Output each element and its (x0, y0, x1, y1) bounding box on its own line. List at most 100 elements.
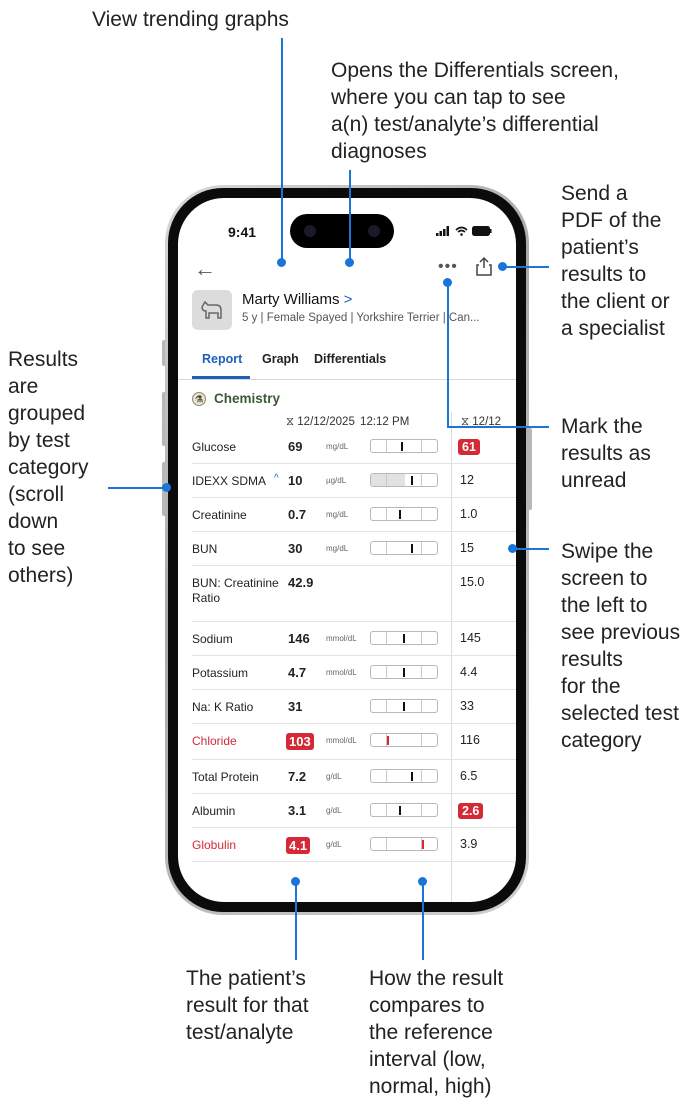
reference-range-gauge (370, 473, 438, 487)
result-unit: µg/dL (326, 476, 347, 485)
more-options-icon[interactable]: ••• (438, 258, 458, 276)
gauge-marker (401, 442, 403, 451)
result-row[interactable]: IDEXX SDMA ^ 10 µg/dL 12 (178, 464, 516, 498)
result-row[interactable]: BUN: Creatinine Ratio 42.9 15.0 (178, 566, 516, 622)
result-unit: mmol/dL (326, 736, 357, 745)
result-value: 146 (288, 631, 310, 646)
previous-result-value: 33 (460, 699, 474, 713)
phone-screen[interactable]: 9:41 ← ••• Marty Williams > 5 y | Female… (178, 198, 516, 902)
gauge-low-boundary (386, 838, 387, 850)
tab-differentials[interactable]: Differentials (314, 352, 386, 366)
analyte-name[interactable]: Creatinine (192, 508, 247, 523)
reference-range-gauge (370, 699, 438, 713)
annotation-swipe: Swipe the screen to the left to see prev… (561, 540, 681, 752)
tab-graph[interactable]: Graph (262, 352, 299, 366)
result-row[interactable]: Creatinine 0.7 mg/dL 1.0 (178, 498, 516, 532)
gauge-high-boundary (421, 700, 422, 712)
previous-result-value: 2.6 (458, 803, 484, 819)
result-value: 42.9 (288, 575, 314, 590)
previous-result-value: 61 (458, 439, 480, 455)
analyte-name[interactable]: IDEXX SDMA (192, 474, 266, 489)
gauge-marker (399, 806, 401, 815)
analyte-name[interactable]: BUN (192, 542, 217, 557)
result-row[interactable]: Chloride 103 mmol/dL 116 (178, 724, 516, 760)
gauge-high-boundary (421, 666, 422, 678)
callout-dot-more (443, 278, 452, 287)
previous-result-value: 15 (460, 541, 474, 555)
gauge-high-boundary (421, 474, 422, 486)
gauge-low-boundary (386, 700, 387, 712)
callout-line-gauge (422, 882, 424, 960)
gauge-shaded-region (371, 474, 405, 486)
tab-bar: Report Graph Differentials (178, 344, 516, 380)
patient-name-text[interactable]: Marty Williams (242, 291, 340, 308)
result-row[interactable]: Sodium 146 mmol/dL 145 (178, 622, 516, 656)
callout-line-more (447, 282, 449, 427)
gauge-low-boundary (386, 542, 387, 554)
tab-report[interactable]: Report (202, 352, 242, 366)
result-value: 0.7 (288, 507, 307, 522)
result-unit: mg/dL (326, 510, 349, 519)
back-arrow-icon[interactable]: ← (194, 256, 216, 282)
gauge-marker (403, 702, 405, 711)
gauge-low-boundary (386, 666, 387, 678)
trend-up-icon: ^ (274, 473, 279, 484)
callout-dot-category (162, 483, 171, 492)
annotation-patient-result: The patient’s result for that test/analy… (186, 967, 309, 1044)
result-value: 4.7 (288, 665, 307, 680)
gauge-marker (387, 736, 389, 745)
result-row[interactable]: Potassium 4.7 mmol/dL 4.4 (178, 656, 516, 690)
result-unit: mg/dL (326, 544, 349, 553)
analyte-name[interactable]: Na: K Ratio (192, 700, 253, 715)
result-unit: g/dL (326, 840, 342, 849)
reference-range-gauge (370, 837, 438, 851)
callout-dot-share (498, 262, 507, 271)
patient-name[interactable]: Marty Williams > (242, 291, 352, 308)
gauge-low-boundary (386, 508, 387, 520)
analyte-name[interactable]: Globulin (192, 838, 236, 853)
callout-line-share (503, 266, 549, 268)
result-unit: mg/dL (326, 442, 349, 451)
gauge-high-boundary (421, 804, 422, 816)
result-value: 69 (288, 439, 303, 454)
gauge-high-boundary (421, 734, 422, 746)
annotation-grouped-category: Results are grouped by test category (sc… (8, 348, 89, 587)
result-row[interactable]: Albumin 3.1 g/dL 2.6 (178, 794, 516, 828)
current-date-text: 12/12/2025 (297, 416, 355, 428)
gauge-marker (411, 544, 413, 553)
result-row[interactable]: Total Protein 7.2 g/dL 6.5 (178, 760, 516, 794)
annotation-trending-graphs: View trending graphs (92, 8, 289, 31)
analyte-name[interactable]: Albumin (192, 804, 235, 819)
previous-result-value: 3.9 (460, 837, 478, 851)
result-row[interactable]: BUN 30 mg/dL 15 (178, 532, 516, 566)
analyte-name[interactable]: Glucose (192, 440, 236, 455)
battery-icon (472, 226, 492, 236)
callout-line-result (295, 882, 297, 960)
camera-icon (304, 225, 316, 237)
current-result-date: ⧖ 12/12/2025 12:12 PM (286, 416, 409, 429)
analyte-name[interactable]: Total Protein (192, 770, 259, 785)
category-label: Chemistry (214, 391, 281, 406)
analyte-name[interactable]: Chloride (192, 734, 237, 749)
gauge-low-boundary (386, 632, 387, 644)
status-time: 9:41 (228, 224, 257, 240)
chevron-right-icon[interactable]: > (344, 291, 353, 308)
signal-icon (436, 226, 450, 236)
result-row[interactable]: Globulin 4.1 g/dL 3.9 (178, 828, 516, 862)
gauge-high-boundary (421, 440, 422, 452)
result-row[interactable]: Na: K Ratio 31 33 (178, 690, 516, 724)
result-row[interactable]: Glucose 69 mg/dL 61 (178, 430, 516, 464)
callout-dot-swipe (508, 544, 517, 553)
result-value: 103 (286, 733, 314, 750)
gauge-marker (411, 476, 413, 485)
analyte-name[interactable]: Potassium (192, 666, 248, 681)
category-header: ⚗ Chemistry (192, 391, 280, 406)
analyte-name[interactable]: Sodium (192, 632, 233, 647)
reference-range-gauge (370, 507, 438, 521)
gauge-high-boundary (421, 508, 422, 520)
analyte-name[interactable]: BUN: Creatinine Ratio (192, 576, 282, 606)
result-unit: g/dL (326, 772, 342, 781)
share-icon[interactable] (475, 256, 493, 276)
tab-divider (178, 379, 516, 380)
previous-result-value: 116 (460, 733, 480, 747)
